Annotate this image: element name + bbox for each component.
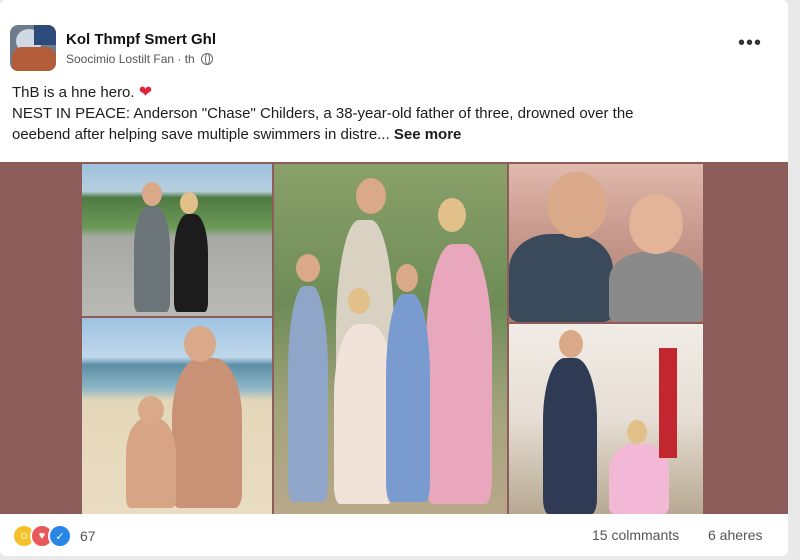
photo-beach[interactable] xyxy=(82,318,272,514)
post-text-line-2: NEST IN PEACE: Anderson "Chase" Childers… xyxy=(12,105,634,122)
comments-count[interactable]: 15 colmmants xyxy=(592,527,679,543)
post-text-line-1: ThB is a hne hero. ❤ xyxy=(12,82,772,103)
post-meta: Kol Thmpf Smert Ghl Soocimio Lostilt Fan… xyxy=(66,31,216,66)
photo-selfie[interactable] xyxy=(509,164,703,322)
photo-couple[interactable] xyxy=(82,164,272,316)
post-text: ThB is a hne hero. ❤ NEST IN PEACE: Ande… xyxy=(12,82,772,145)
photo-valentine[interactable] xyxy=(509,324,703,514)
photo-family[interactable] xyxy=(274,164,507,514)
post-card: Kol Thmpf Smert Ghl Soocimio Lostilt Fan… xyxy=(0,0,788,556)
page-avatar[interactable] xyxy=(10,25,56,71)
page-name[interactable]: Kol Thmpf Smert Ghl xyxy=(66,31,216,48)
post-header: Kol Thmpf Smert Ghl Soocimio Lostilt Fan… xyxy=(10,24,216,72)
post-subtitle[interactable]: Soocimio Lostilt Fan · th xyxy=(66,52,195,66)
heart-icon: ❤ xyxy=(138,84,153,101)
reaction-count: 67 xyxy=(80,528,96,544)
post-text-line1-text: ThB is a hne hero. xyxy=(12,84,135,101)
post-text-line-3: oeebend after helping save multiple swim… xyxy=(12,124,772,145)
like-icon: ✓ xyxy=(48,524,72,548)
shares-count[interactable]: 6 aheres xyxy=(708,527,762,543)
post-subline: Soocimio Lostilt Fan · th xyxy=(66,52,216,66)
reactions-summary[interactable]: ☺ ♥ ✓ 67 xyxy=(12,524,96,548)
post-text-line3-text: oeebend after helping save multiple swim… xyxy=(12,126,390,143)
see-more-link[interactable]: See more xyxy=(394,126,462,143)
more-options-icon[interactable]: ••• xyxy=(738,32,762,55)
globe-icon xyxy=(200,52,213,65)
